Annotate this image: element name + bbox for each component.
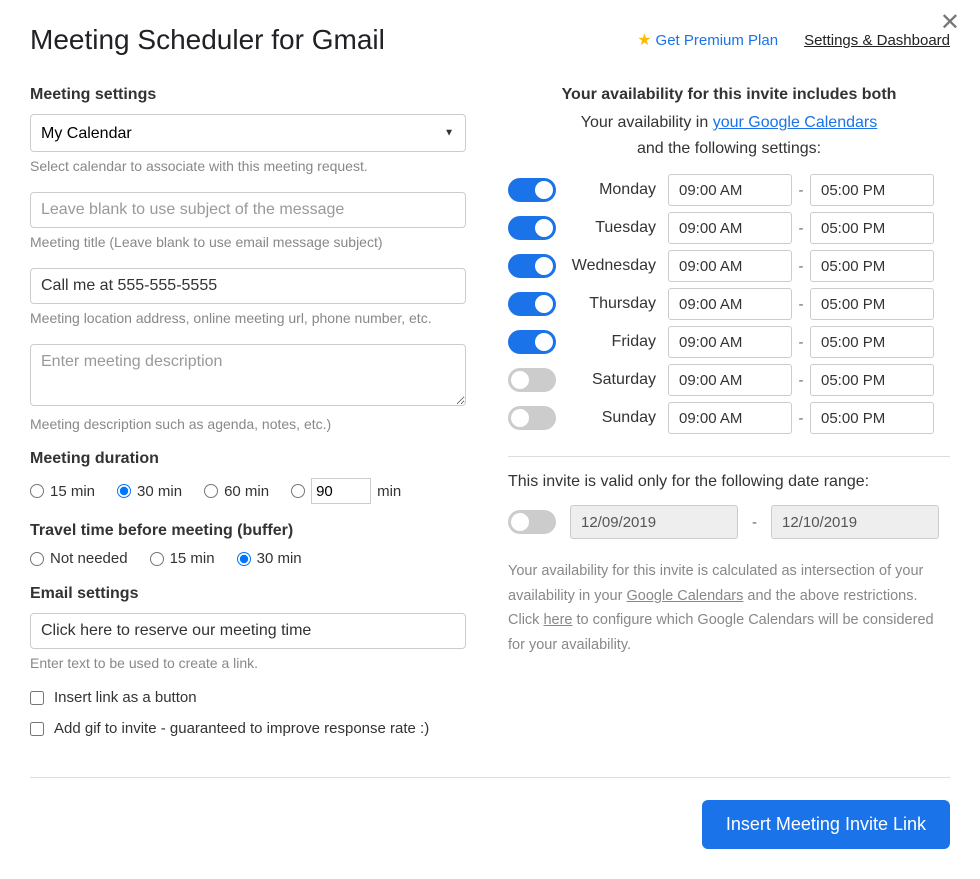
link-text-input[interactable] [30,613,466,649]
day-row-wednesday: Wednesday - [508,250,950,282]
day-label: Saturday [556,371,668,389]
footer-google-calendars-link[interactable]: Google Calendars [626,588,743,604]
day-start-input[interactable] [668,212,792,244]
right-column: Your availability for this invite includ… [508,86,950,751]
day-end-input[interactable] [810,364,934,396]
duration-custom-input[interactable] [311,478,371,504]
duration-custom[interactable]: min [291,478,401,504]
google-calendars-link[interactable]: your Google Calendars [713,114,878,131]
day-end-input[interactable] [810,212,934,244]
day-end-input[interactable] [810,402,934,434]
day-start-input[interactable] [668,174,792,206]
premium-link[interactable]: ★ Get Premium Plan [637,30,778,50]
page-title: Meeting Scheduler for Gmail [30,24,385,56]
buffer-30[interactable]: 30 min [237,550,302,567]
meeting-description-input[interactable] [30,344,466,406]
duration-radios: 15 min 30 min 60 min min [30,478,466,504]
date-end-input[interactable] [771,505,939,539]
time-sep: - [792,410,810,427]
day-row-friday: Friday - [508,326,950,358]
day-label: Tuesday [556,219,668,237]
day-row-saturday: Saturday - [508,364,950,396]
time-sep: - [792,334,810,351]
meeting-settings-heading: Meeting settings [30,86,466,104]
day-toggle-saturday[interactable] [508,368,556,392]
header: Meeting Scheduler for Gmail ★ Get Premiu… [30,24,950,56]
settings-dashboard-link[interactable]: Settings & Dashboard [804,32,950,49]
buffer-15[interactable]: 15 min [150,550,215,567]
buffer-heading: Travel time before meeting (buffer) [30,522,466,540]
insert-as-button-checkbox[interactable]: Insert link as a button [30,689,466,706]
calendar-select[interactable]: My Calendar [30,114,466,152]
meeting-title-input[interactable] [30,192,466,228]
header-links: ★ Get Premium Plan Settings & Dashboard [637,30,950,50]
time-sep: - [792,296,810,313]
day-toggle-friday[interactable] [508,330,556,354]
meeting-location-input[interactable] [30,268,466,304]
duration-60[interactable]: 60 min [204,483,269,500]
day-label: Sunday [556,409,668,427]
calendar-helper: Select calendar to associate with this m… [30,158,466,174]
email-settings-heading: Email settings [30,585,466,603]
duration-30[interactable]: 30 min [117,483,182,500]
day-end-input[interactable] [810,288,934,320]
date-start-input[interactable] [570,505,738,539]
time-sep: - [792,182,810,199]
premium-link-label: Get Premium Plan [656,32,779,49]
day-end-input[interactable] [810,250,934,282]
buffer-none[interactable]: Not needed [30,550,128,567]
day-start-input[interactable] [668,288,792,320]
add-gif-checkbox[interactable]: Add gif to invite - guaranteed to improv… [30,720,466,737]
day-toggle-monday[interactable] [508,178,556,202]
time-sep: - [792,258,810,275]
day-label: Monday [556,181,668,199]
availability-sub1: Your availability in your Google Calenda… [508,114,950,132]
day-toggle-wednesday[interactable] [508,254,556,278]
left-column: Meeting settings My Calendar Select cale… [30,86,466,751]
day-toggle-sunday[interactable] [508,406,556,430]
day-label: Thursday [556,295,668,313]
footer-here-link[interactable]: here [543,612,572,628]
star-icon: ★ [637,30,651,50]
insert-meeting-link-button[interactable]: Insert Meeting Invite Link [702,800,950,849]
separator [508,456,950,457]
date-range-row: - [508,505,950,539]
day-start-input[interactable] [668,364,792,396]
day-row-sunday: Sunday - [508,402,950,434]
day-end-input[interactable] [810,326,934,358]
time-sep: - [792,220,810,237]
title-helper: Meeting title (Leave blank to use email … [30,234,466,250]
day-label: Friday [556,333,668,351]
close-icon[interactable]: ✕ [940,8,960,37]
days-container: Monday-Tuesday-Wednesday-Thursday-Friday… [508,174,950,434]
availability-heading: Your availability for this invite includ… [508,86,950,104]
duration-heading: Meeting duration [30,450,466,468]
date-range-heading: This invite is valid only for the follow… [508,473,950,491]
date-sep: - [752,514,757,531]
day-start-input[interactable] [668,326,792,358]
day-end-input[interactable] [810,174,934,206]
time-sep: - [792,372,810,389]
day-row-tuesday: Tuesday - [508,212,950,244]
day-start-input[interactable] [668,250,792,282]
availability-sub2: and the following settings: [508,140,950,158]
bottom-bar: Insert Meeting Invite Link [30,777,950,849]
day-label: Wednesday [556,257,668,275]
availability-footer-note: Your availability for this invite is cal… [508,559,950,658]
day-toggle-thursday[interactable] [508,292,556,316]
location-helper: Meeting location address, online meeting… [30,310,466,326]
day-start-input[interactable] [668,402,792,434]
day-toggle-tuesday[interactable] [508,216,556,240]
description-helper: Meeting description such as agenda, note… [30,416,466,432]
day-row-thursday: Thursday - [508,288,950,320]
duration-15[interactable]: 15 min [30,483,95,500]
link-text-helper: Enter text to be used to create a link. [30,655,466,671]
date-range-toggle[interactable] [508,510,556,534]
buffer-radios: Not needed 15 min 30 min [30,550,466,567]
day-row-monday: Monday - [508,174,950,206]
